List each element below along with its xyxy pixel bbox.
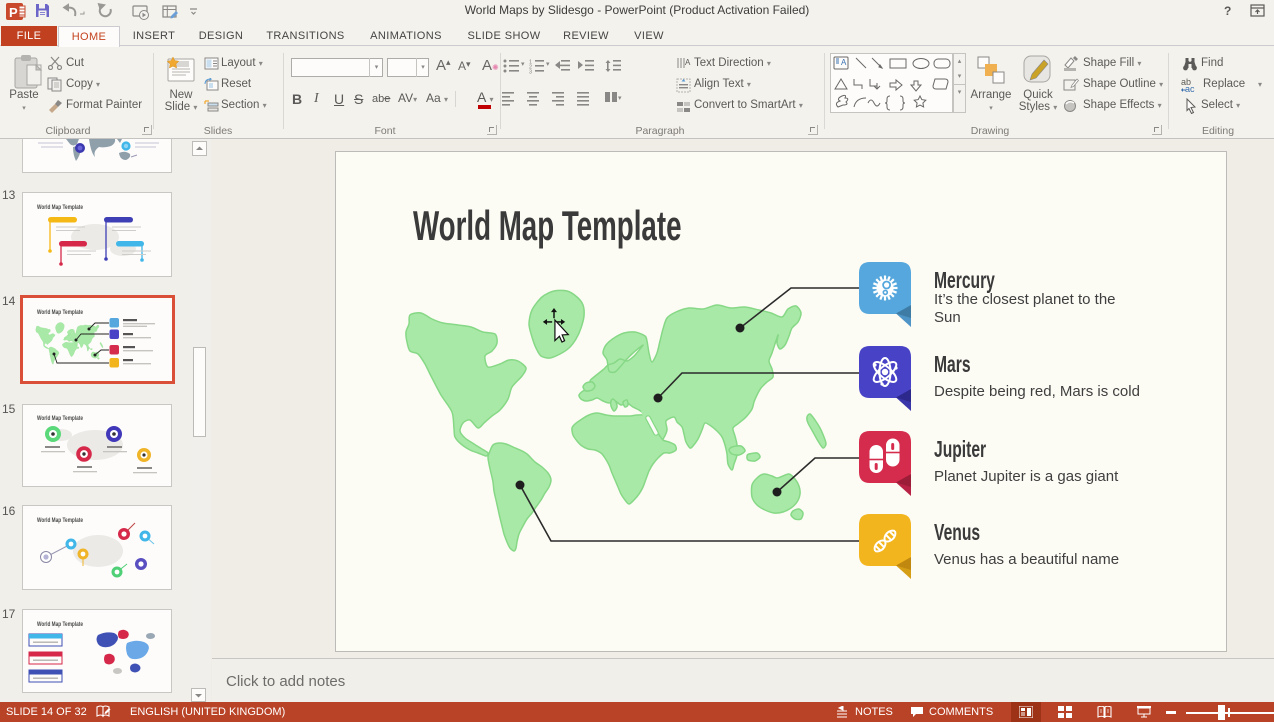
svg-text:▾: ▾	[521, 61, 525, 68]
svg-text:World Map Template: World Map Template	[37, 517, 83, 524]
svg-text:World Map Template: World Map Template	[37, 309, 83, 316]
svg-text:P: P	[9, 5, 18, 20]
svg-text:▾: ▾	[546, 61, 550, 68]
svg-text:World Map Template: World Map Template	[37, 621, 83, 628]
svg-text:World Map Template: World Map Template	[37, 204, 83, 211]
svg-text:A: A	[841, 58, 847, 67]
svg-text:World Map Template: World Map Template	[37, 415, 83, 422]
svg-text:3: 3	[529, 70, 532, 75]
svg-text:A: A	[685, 58, 691, 67]
svg-text:?: ?	[1224, 4, 1231, 18]
svg-text:ac: ac	[1185, 84, 1195, 93]
svg-text:▾: ▾	[618, 95, 622, 102]
